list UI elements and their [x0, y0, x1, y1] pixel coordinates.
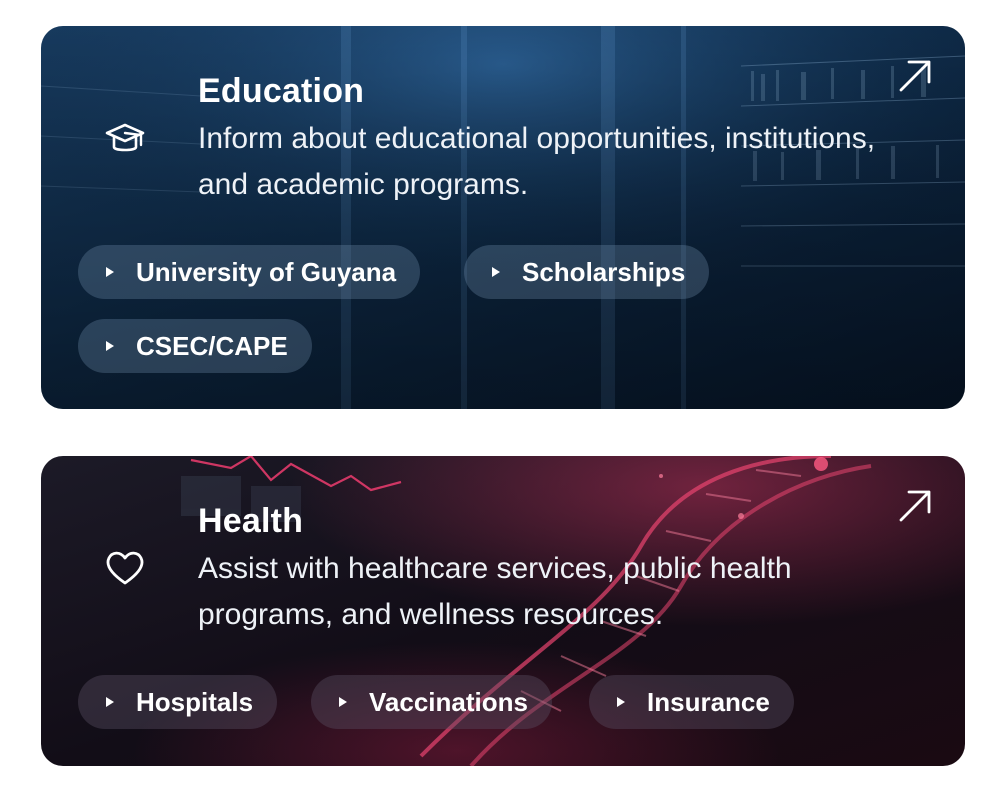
tag-label: Hospitals	[136, 686, 254, 717]
tag-chip[interactable]: Vaccinations	[311, 675, 552, 729]
tag-label: Scholarships	[522, 256, 686, 287]
tag-chip[interactable]: Hospitals	[78, 675, 278, 729]
heart-icon	[106, 551, 144, 585]
caret-right-icon	[492, 267, 500, 277]
tag-chip[interactable]: Scholarships	[464, 245, 710, 299]
education-title: Education	[198, 72, 365, 110]
tag-label: Vaccinations	[369, 686, 528, 717]
arrow-up-right-icon[interactable]	[895, 486, 935, 526]
tag-chip[interactable]: Insurance	[589, 675, 794, 729]
education-description: Inform about educational opportunities, …	[198, 122, 876, 201]
health-description: Assist with healthcare services, public …	[198, 552, 792, 631]
tag-label: Insurance	[647, 686, 770, 717]
tag-chip[interactable]: University of Guyana	[78, 245, 421, 299]
education-card[interactable]: Education Inform about educational oppor…	[41, 26, 965, 409]
tag-chip[interactable]: CSEC/CAPE	[78, 319, 312, 373]
caret-right-icon	[106, 697, 114, 707]
tag-label: CSEC/CAPE	[136, 330, 288, 361]
tag-label: University of Guyana	[136, 256, 397, 287]
caret-right-icon	[339, 697, 347, 707]
health-title: Health	[198, 502, 304, 540]
caret-right-icon	[106, 341, 114, 351]
caret-right-icon	[106, 267, 114, 277]
graduation-cap-icon	[105, 123, 145, 152]
arrow-up-right-icon[interactable]	[895, 56, 935, 96]
caret-right-icon	[617, 697, 625, 707]
health-card[interactable]: Health Assist with healthcare services, …	[41, 456, 965, 766]
